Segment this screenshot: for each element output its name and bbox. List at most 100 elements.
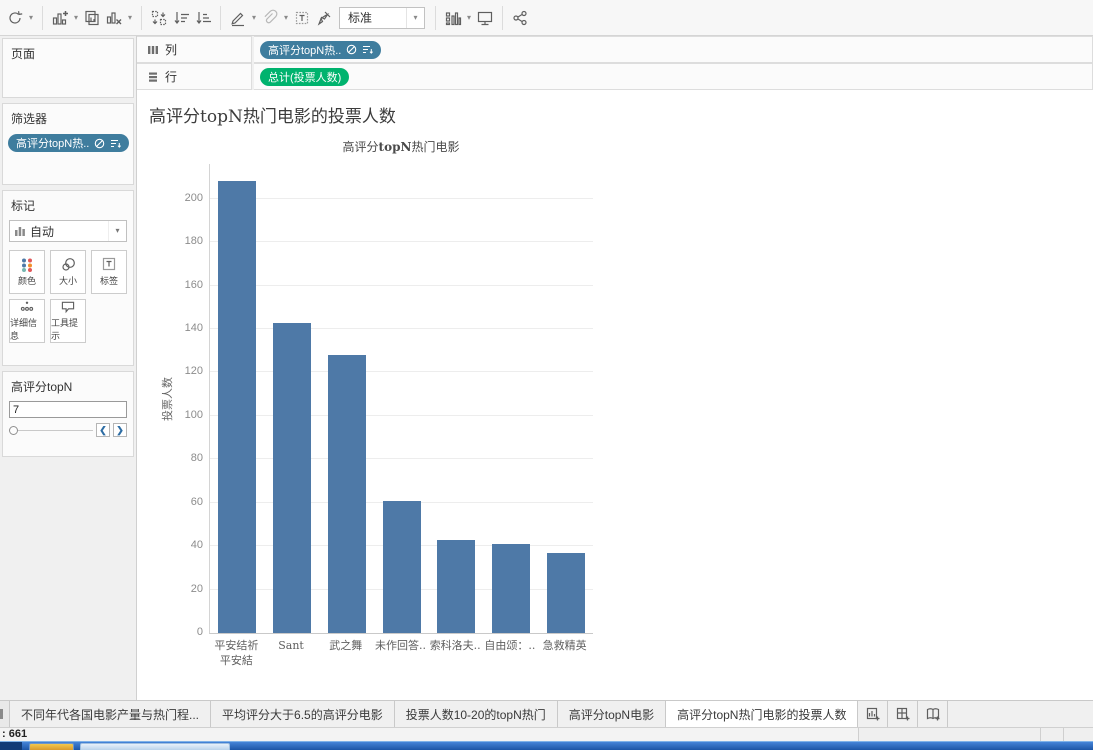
new-dashboard-tab-icon: [896, 707, 910, 721]
x-category-label: 平安结祈 平安結: [214, 639, 259, 667]
clear-sheet-caret[interactable]: ▾: [125, 13, 135, 22]
marks-color-button[interactable]: 颜色: [9, 250, 45, 294]
status-segment: [1040, 728, 1063, 741]
worksheet-view: 高评分topN热门电影的投票人数 高评分topN热门电影 投票人数 0 20 40 6…: [137, 90, 1093, 700]
rows-pill[interactable]: 总计(投票人数): [260, 67, 350, 86]
fit-selector-caret[interactable]: ▾: [406, 7, 424, 28]
y-axis-ticks: 0 20 40 60 80 100 120 140 160 180 200: [175, 164, 209, 638]
show-mark-labels-button[interactable]: [442, 4, 464, 32]
clear-sheet-icon: [106, 11, 122, 24]
exclude-icon: [347, 44, 357, 55]
filter-pill[interactable]: 高评分topN热..: [8, 134, 130, 152]
label-icon: [102, 257, 116, 271]
detail-icon: [20, 301, 34, 311]
new-worksheet-tab-button[interactable]: [858, 701, 889, 727]
refresh-dropdown-caret[interactable]: ▾: [26, 13, 36, 22]
toolbar-separator: [220, 5, 221, 30]
marks-tooltip-label: 工具提示: [51, 318, 79, 341]
toolbar-separator: [42, 5, 43, 30]
status-summary: : 661: [2, 728, 28, 740]
parameter-increment-button[interactable]: ❯: [113, 423, 127, 437]
y-tick-label: 0: [196, 626, 203, 638]
tab-sheet-5-active[interactable]: 高评分topN热门电影的投票人数: [666, 701, 859, 727]
marks-card: 标记 自动 ▾ 颜色 大小 标签 详细信息 工具提示: [2, 190, 134, 366]
bar-mark[interactable]: [546, 552, 585, 633]
share-button[interactable]: [509, 4, 531, 32]
tab-sheet-1[interactable]: 不同年代各国电影产量与热门程...: [10, 701, 212, 727]
parameter-value-input[interactable]: [9, 401, 127, 418]
toolbar-separator: [502, 5, 503, 30]
new-worksheet-button[interactable]: [49, 4, 71, 32]
parameter-slider[interactable]: [9, 424, 93, 436]
columns-pill[interactable]: 高评分topN热..: [260, 40, 382, 59]
sort-descending-button[interactable]: [192, 4, 214, 32]
tab-label: 投票人数10-20的topN热门: [405, 707, 546, 722]
bar-mark[interactable]: [437, 539, 476, 633]
refresh-data-button[interactable]: [4, 4, 26, 32]
slider-handle[interactable]: [9, 426, 18, 435]
swap-axes-button[interactable]: [148, 4, 170, 32]
text-label-button[interactable]: [291, 4, 313, 32]
tab-sheet-3[interactable]: 投票人数10-20的topN热门: [395, 701, 558, 727]
new-story-tab-button[interactable]: [918, 701, 949, 727]
start-button[interactable]: [0, 742, 22, 750]
bar-mark[interactable]: [327, 355, 366, 633]
pages-shelf-title: 页面: [11, 47, 36, 61]
new-worksheet-caret[interactable]: ▾: [71, 13, 81, 22]
bar-mark[interactable]: [218, 181, 257, 633]
bar-mark[interactable]: [382, 500, 421, 633]
parameter-card: 高评分topN ❮ ❯: [2, 371, 134, 457]
fit-selector[interactable]: 标准 ▾: [339, 6, 425, 29]
highlight-button[interactable]: [227, 4, 249, 32]
columns-shelf[interactable]: 高评分topN热..: [254, 36, 1093, 63]
tab-label: 高评分topN电影: [568, 707, 655, 722]
columns-pill-label: 高评分topN热..: [268, 44, 342, 57]
pages-shelf[interactable]: 页面: [2, 38, 134, 98]
gridline: [210, 284, 593, 286]
chart-pane[interactable]: [209, 164, 593, 634]
toolbar-separator: [435, 5, 436, 30]
clear-sheet-button[interactable]: [103, 4, 125, 32]
sort-badge-icon: [111, 139, 122, 148]
taskbar-app-button[interactable]: [29, 743, 74, 750]
group-members-caret[interactable]: ▾: [281, 13, 291, 22]
text-label-icon: [295, 11, 309, 24]
mark-type-caret[interactable]: ▾: [108, 221, 126, 241]
marks-color-label: 颜色: [17, 275, 36, 286]
show-mark-labels-caret[interactable]: ▾: [464, 13, 474, 22]
chart-header-prefix: 高评分: [342, 140, 379, 154]
marks-label-button[interactable]: 标签: [91, 250, 127, 294]
bar-mark[interactable]: [491, 543, 530, 633]
exclude-icon: [95, 138, 105, 148]
tab-sheet-4[interactable]: 高评分topN电影: [558, 701, 667, 727]
fix-axes-button[interactable]: [313, 4, 335, 32]
new-dashboard-tab-button[interactable]: [888, 701, 919, 727]
windows-taskbar[interactable]: [0, 741, 1093, 750]
sidebar: 页面 筛选器 高评分topN热.. 标记 自动 ▾ 颜色 大小 标签 详细信息 …: [0, 36, 137, 700]
sort-ascending-button[interactable]: [170, 4, 192, 32]
marks-detail-button[interactable]: 详细信息: [9, 299, 45, 343]
rows-shelf[interactable]: 总计(投票人数): [254, 63, 1093, 90]
presentation-mode-icon: [477, 11, 493, 25]
chart: 高评分topN热门电影 投票人数 0 20 40 60 80 100 120 140 160 18…: [159, 138, 593, 670]
duplicate-sheet-button[interactable]: [81, 4, 103, 32]
filter-pill-label: 高评分topN热..: [16, 138, 90, 150]
marks-tooltip-button[interactable]: 工具提示: [50, 299, 86, 343]
filters-shelf[interactable]: 筛选器 高评分topN热..: [2, 103, 134, 185]
highlight-caret[interactable]: ▾: [249, 13, 259, 22]
new-worksheet-tab-icon: [866, 707, 880, 721]
share-icon: [513, 10, 527, 25]
new-worksheet-icon: [52, 10, 68, 25]
taskbar-app-button[interactable]: [80, 743, 230, 750]
bar-mark[interactable]: [273, 322, 312, 633]
marks-size-button[interactable]: 大小: [50, 250, 86, 294]
tab-sheet-2[interactable]: 平均评分大于6.5的高评分电影: [211, 701, 395, 727]
parameter-decrement-button[interactable]: ❮: [96, 423, 110, 437]
y-axis-title-text: 投票人数: [161, 377, 174, 421]
columns-shelf-text: 列: [165, 43, 178, 57]
presentation-mode-button[interactable]: [474, 4, 496, 32]
columns-shelf-row: 列 高评分topN热..: [137, 36, 1093, 63]
mark-type-dropdown[interactable]: 自动 ▾: [9, 220, 127, 242]
chart-header-suffix: 热门电影: [411, 140, 460, 154]
group-members-button[interactable]: [259, 4, 281, 32]
